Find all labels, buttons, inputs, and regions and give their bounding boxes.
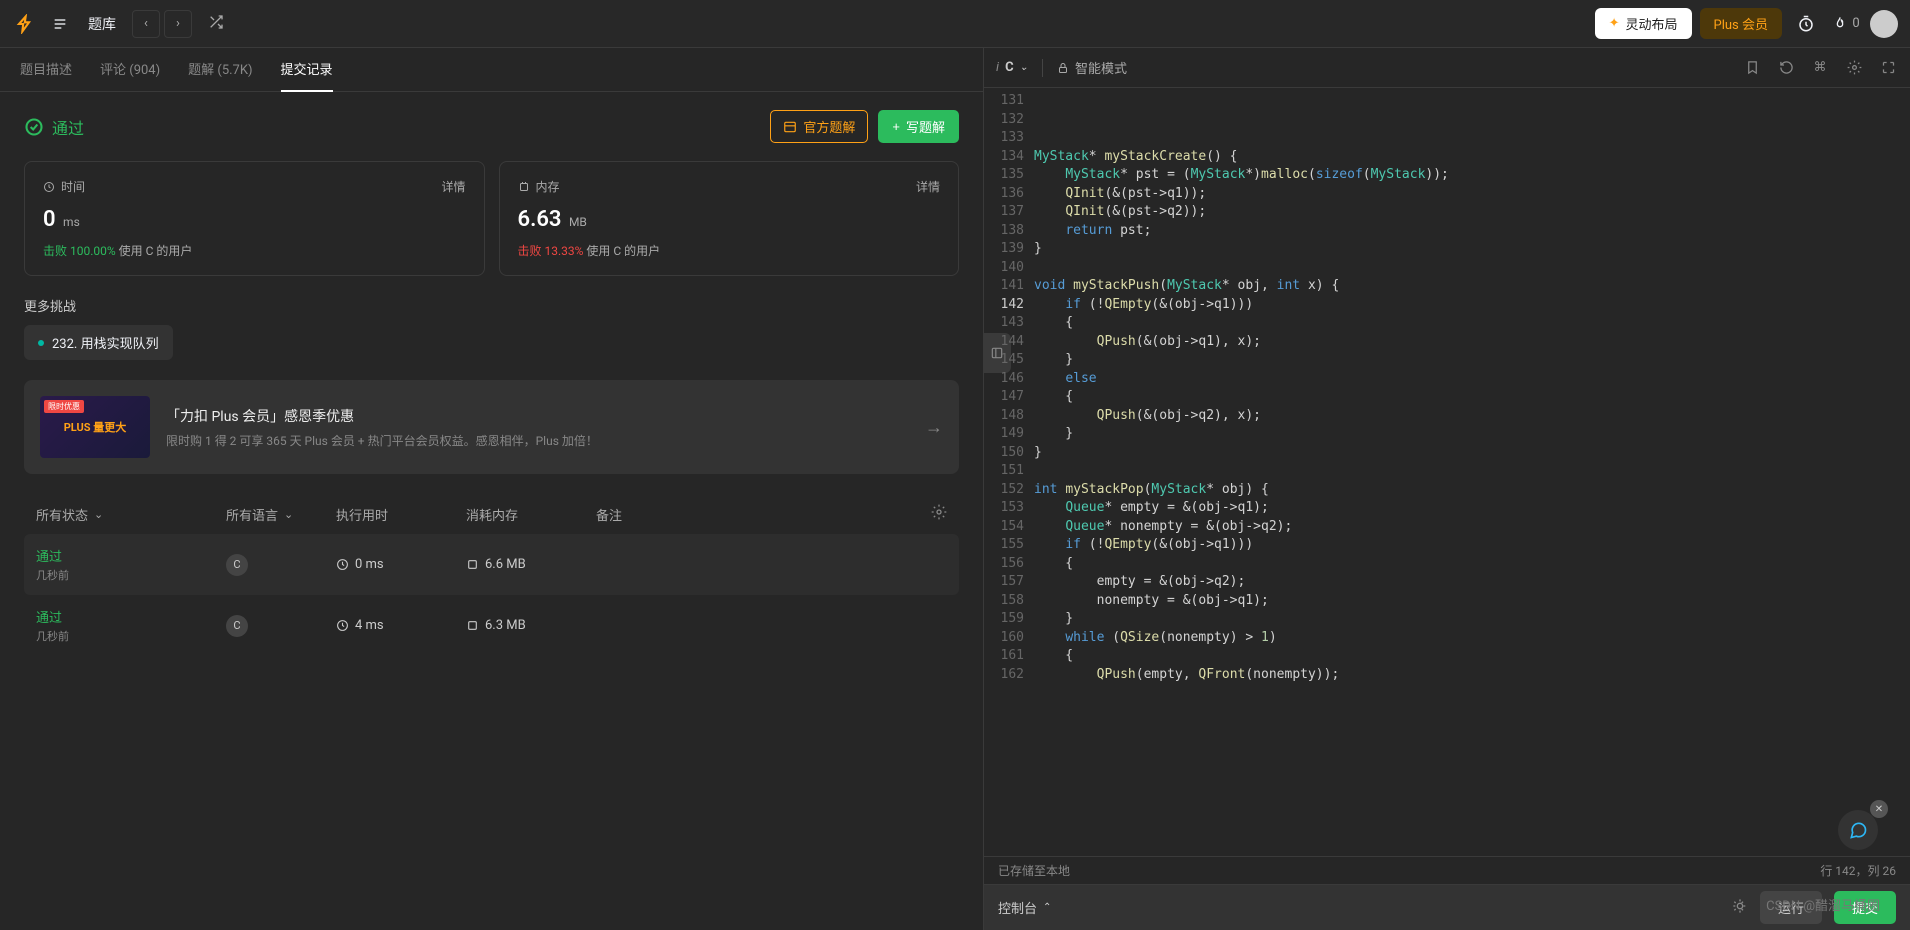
app-header: 题库 ‹ › ✦灵动布局 Plus 会员 0 [0,0,1910,48]
next-button[interactable]: › [164,10,192,38]
tab-comments[interactable]: 评论 (904) [100,48,160,92]
console-toggle[interactable]: 控制台 ⌃ [998,898,1051,917]
more-challenges-title: 更多挑战 [24,296,959,315]
official-solution-button[interactable]: 官方题解 [770,110,868,143]
code-editor[interactable]: 1311321331341351361371381391401411421431… [984,88,1910,856]
chip-icon [466,619,479,632]
dynamic-layout-button[interactable]: ✦灵动布局 [1595,8,1692,39]
editor-footer: 已存储至本地 行 142，列 26 [984,856,1910,884]
promo-image: 限时优惠 PLUS 量更大 [40,396,150,458]
difficulty-dot [38,340,44,346]
filter-language[interactable]: 所有语言 [226,505,306,524]
chat-fab[interactable] [1838,810,1878,850]
lang-badge: C [226,615,248,637]
filter-status[interactable]: 所有状态 [36,505,196,524]
prev-button[interactable]: ‹ [132,10,160,38]
logo-icon[interactable] [12,12,36,36]
clock-icon [336,558,349,571]
tab-description[interactable]: 题目描述 [20,48,72,92]
time-detail-link[interactable]: 详情 [441,178,465,195]
submissions-header: 所有状态 所有语言 执行用时 消耗内存 备注 [24,494,959,534]
memory-icon [518,181,530,193]
col-memory: 消耗内存 [466,505,566,524]
submission-row[interactable]: 通过几秒前 C 0 ms 6.6 MB [24,534,959,595]
avatar[interactable] [1870,10,1898,38]
language-selector[interactable]: i C ⌄ [996,60,1028,75]
plus-member-button[interactable]: Plus 会员 [1700,8,1782,39]
challenge-chip[interactable]: 232. 用栈实现队列 [24,325,173,360]
watermark: CSDN @醋溜马桶圈 [1766,895,1880,914]
list-icon[interactable] [44,8,76,40]
clock-icon [43,181,55,193]
col-note: 备注 [596,505,901,524]
clock-icon [336,619,349,632]
lock-icon [1057,62,1069,74]
bookmark-icon[interactable] [1742,58,1762,78]
lang-badge: C [226,554,248,576]
tab-submissions[interactable]: 提交记录 [281,48,333,92]
write-solution-button[interactable]: +写题解 [878,110,959,143]
chip-icon [466,558,479,571]
debug-icon[interactable] [1732,898,1748,918]
status-badge: 通过 [24,115,84,139]
promo-banner[interactable]: 限时优惠 PLUS 量更大 「力扣 Plus 会员」感恩季优惠 限时购 1 得 … [24,380,959,474]
fullscreen-icon[interactable] [1878,58,1898,78]
mode-selector[interactable]: 智能模式 [1057,58,1127,77]
gear-icon[interactable] [931,504,947,524]
settings-icon[interactable] [1844,58,1864,78]
shuffle-icon[interactable] [208,14,224,34]
undo-icon[interactable] [1776,58,1796,78]
tabs: 题目描述 评论 (904) 题解 (5.7K) 提交记录 [0,48,983,92]
arrow-right-icon: → [925,417,943,438]
col-runtime: 执行用时 [336,505,436,524]
memory-metric[interactable]: 内存 详情 6.63 MB 击败 13.33% 使用 C 的用户 [499,161,960,276]
submission-row[interactable]: 通过几秒前 C 4 ms 6.3 MB [24,595,959,656]
tab-solutions[interactable]: 题解 (5.7K) [188,48,252,92]
timer-icon[interactable] [1790,8,1822,40]
memory-detail-link[interactable]: 详情 [916,178,940,195]
keyboard-icon[interactable]: ⌘ [1810,58,1830,78]
editor-toolbar: i C ⌄ 智能模式 ⌘ [984,48,1910,88]
chat-close-icon[interactable]: ✕ [1870,800,1888,818]
fire-icon[interactable]: 0 [1830,8,1862,40]
page-title[interactable]: 题库 [88,14,116,34]
time-metric[interactable]: 时间 详情 0 ms 击败 100.00% 使用 C 的用户 [24,161,485,276]
